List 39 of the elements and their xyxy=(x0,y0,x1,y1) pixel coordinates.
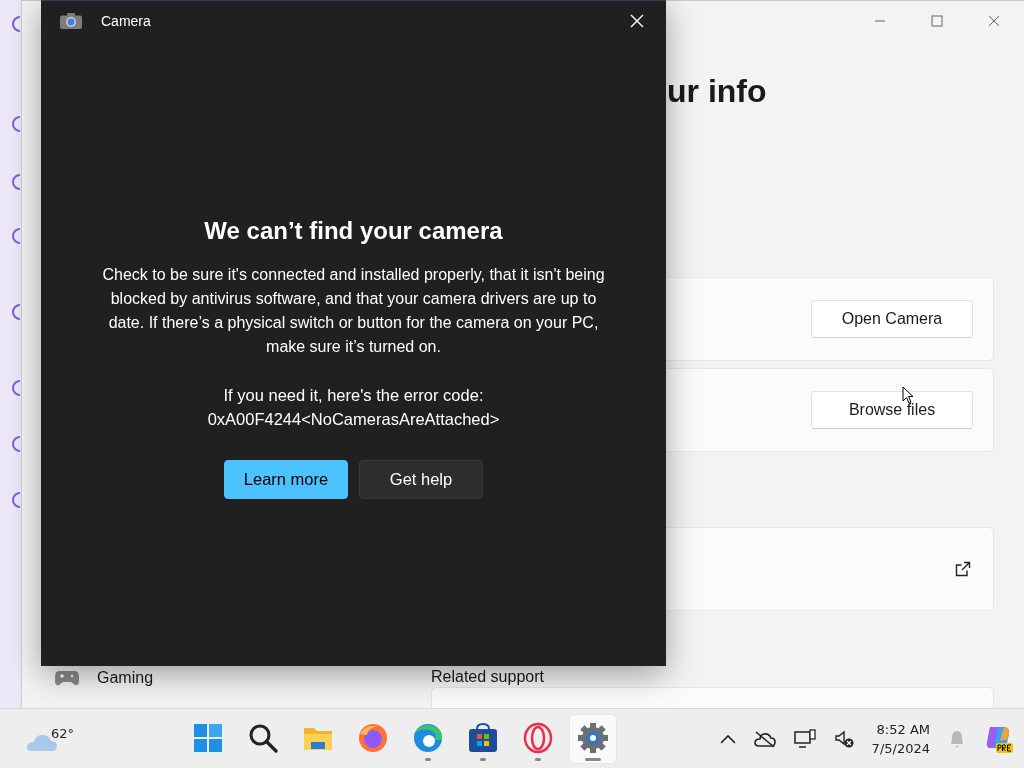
edge-icon xyxy=(412,722,444,754)
learn-more-button[interactable]: Learn more xyxy=(224,460,348,499)
action-button[interactable]: Open Camera xyxy=(811,300,973,338)
sidebar-icon[interactable] xyxy=(12,380,20,396)
temperature[interactable]: 62° xyxy=(51,725,75,741)
sidebar-icon[interactable] xyxy=(12,228,20,244)
page-title: ur info xyxy=(667,73,767,110)
network-icon[interactable] xyxy=(793,728,816,749)
gamepad-icon[interactable] xyxy=(54,669,80,687)
section-title: Related support xyxy=(431,668,544,686)
window-title: Camera xyxy=(101,13,152,29)
opera-icon xyxy=(522,722,554,754)
store-icon xyxy=(467,722,499,754)
sidebar-icon[interactable] xyxy=(12,304,20,320)
cursor-icon xyxy=(902,386,914,404)
error-message: Check to be sure it's connected and installed properly, that it isn't being blocked by antivirus software, and that your camera drivers are up to date. If there’s a physical switch or button for the camera on your PC, make sure it’s turned on. xyxy=(101,265,606,357)
camera-icon xyxy=(60,13,82,29)
sidebar-icon[interactable] xyxy=(12,436,20,452)
error-code-label: If you need it, here's the error code: xyxy=(223,385,484,406)
sidebar-icon[interactable] xyxy=(12,16,20,32)
error-code: 0xA00F4244<NoCamerasAreAttached> xyxy=(207,409,500,430)
sidebar-icon[interactable] xyxy=(12,492,20,508)
action-button[interactable]: Browse files xyxy=(811,391,973,429)
clock-time[interactable]: 8:52 AM xyxy=(876,719,930,739)
sidebar-icon[interactable] xyxy=(12,174,20,190)
help-button[interactable]: Get help xyxy=(359,460,483,499)
clock-date[interactable]: 7/5/2024 xyxy=(871,738,930,758)
gear-icon xyxy=(577,722,609,754)
volume-muted-icon[interactable] xyxy=(833,728,854,749)
sidebar-icon[interactable] xyxy=(12,116,20,132)
external-link-icon[interactable] xyxy=(955,561,971,577)
maximize-icon[interactable] xyxy=(931,15,943,27)
firefox-icon xyxy=(357,722,389,754)
cloud-offline-icon[interactable] xyxy=(753,729,776,748)
search-icon xyxy=(247,722,279,754)
nav-item[interactable]: Gaming xyxy=(97,669,154,687)
error-heading: We can’t find your camera xyxy=(204,217,503,245)
chevron-up-icon[interactable] xyxy=(719,733,736,744)
start-icon xyxy=(192,722,224,754)
